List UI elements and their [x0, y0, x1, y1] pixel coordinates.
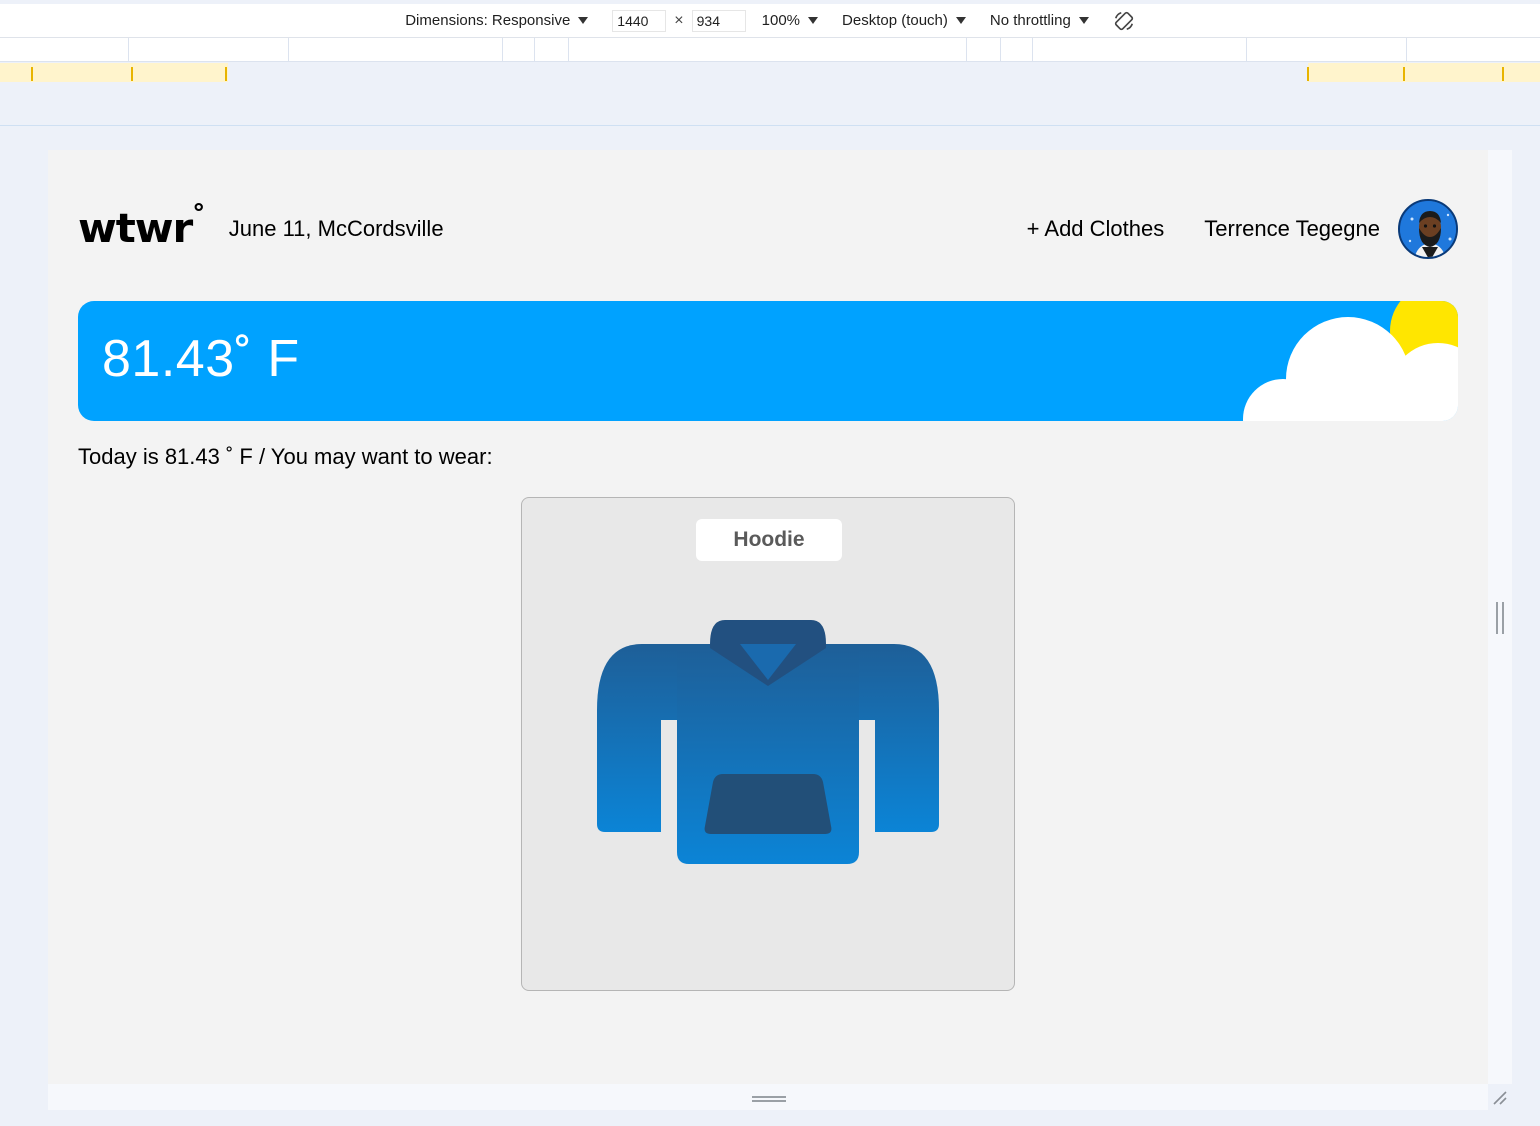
rotate-button[interactable]	[1113, 10, 1135, 32]
app-header: wtwr June 11, McCordsville + Add Clothes…	[78, 198, 1458, 260]
chevron-down-icon	[955, 17, 966, 24]
clothing-card[interactable]: Hoodie	[521, 497, 1015, 991]
ruler-divider	[0, 125, 1540, 126]
weather-temperature: 81.43˚ F	[102, 330, 300, 388]
user-name[interactable]: Terrence Tegegne	[1204, 216, 1380, 242]
dimensions-label: Dimensions: Responsive	[405, 12, 571, 29]
resize-handle-right[interactable]	[1496, 602, 1504, 634]
times-separator: ×	[674, 11, 684, 29]
resize-corner-icon[interactable]	[1492, 1090, 1508, 1106]
throttling-dropdown[interactable]: No throttling	[990, 12, 1089, 29]
logo-degree-icon	[194, 203, 203, 211]
rotate-icon	[1114, 11, 1133, 30]
chevron-down-icon	[808, 17, 819, 24]
viewport-bottom-area	[48, 1084, 1488, 1110]
avatar[interactable]	[1398, 199, 1458, 259]
item-card-name: Hoodie	[696, 519, 842, 561]
devtools-device-toolbar: Dimensions: Responsive 1440 × 934 100% D…	[0, 4, 1540, 38]
height-input[interactable]: 934	[691, 9, 746, 32]
chevron-down-icon	[578, 17, 589, 24]
emulated-viewport: wtwr June 11, McCordsville + Add Clothes…	[48, 150, 1488, 1084]
user-avatar-icon	[1400, 201, 1456, 257]
zoom-dropdown[interactable]: 100%	[761, 12, 819, 29]
media-query-bar	[0, 63, 1540, 82]
today-recommendation: Today is 81.43 ˚ F / You may want to wea…	[78, 444, 493, 469]
resize-handle-bottom[interactable]	[752, 1096, 786, 1102]
dimensions-dropdown[interactable]: Dimensions: Responsive	[405, 12, 589, 29]
add-clothes-button[interactable]: + Add Clothes	[1027, 216, 1165, 242]
width-input[interactable]: 1440	[612, 9, 667, 32]
sun-cloud-icon	[1243, 301, 1458, 421]
throttling-label: No throttling	[989, 12, 1071, 29]
date-location: June 11, McCordsville	[228, 216, 444, 241]
hoodie-icon	[597, 620, 939, 864]
wtwr-logo[interactable]: wtwr	[78, 203, 203, 252]
zoom-label: 100%	[761, 12, 801, 29]
device-type-dropdown[interactable]: Desktop (touch)	[842, 12, 966, 29]
media-query-ruler	[0, 38, 1540, 62]
logo-text: wtwr	[78, 206, 193, 252]
weather-card: 81.43˚ F	[78, 301, 1458, 421]
device-label: Desktop (touch)	[842, 12, 948, 29]
chevron-down-icon	[1078, 17, 1089, 24]
